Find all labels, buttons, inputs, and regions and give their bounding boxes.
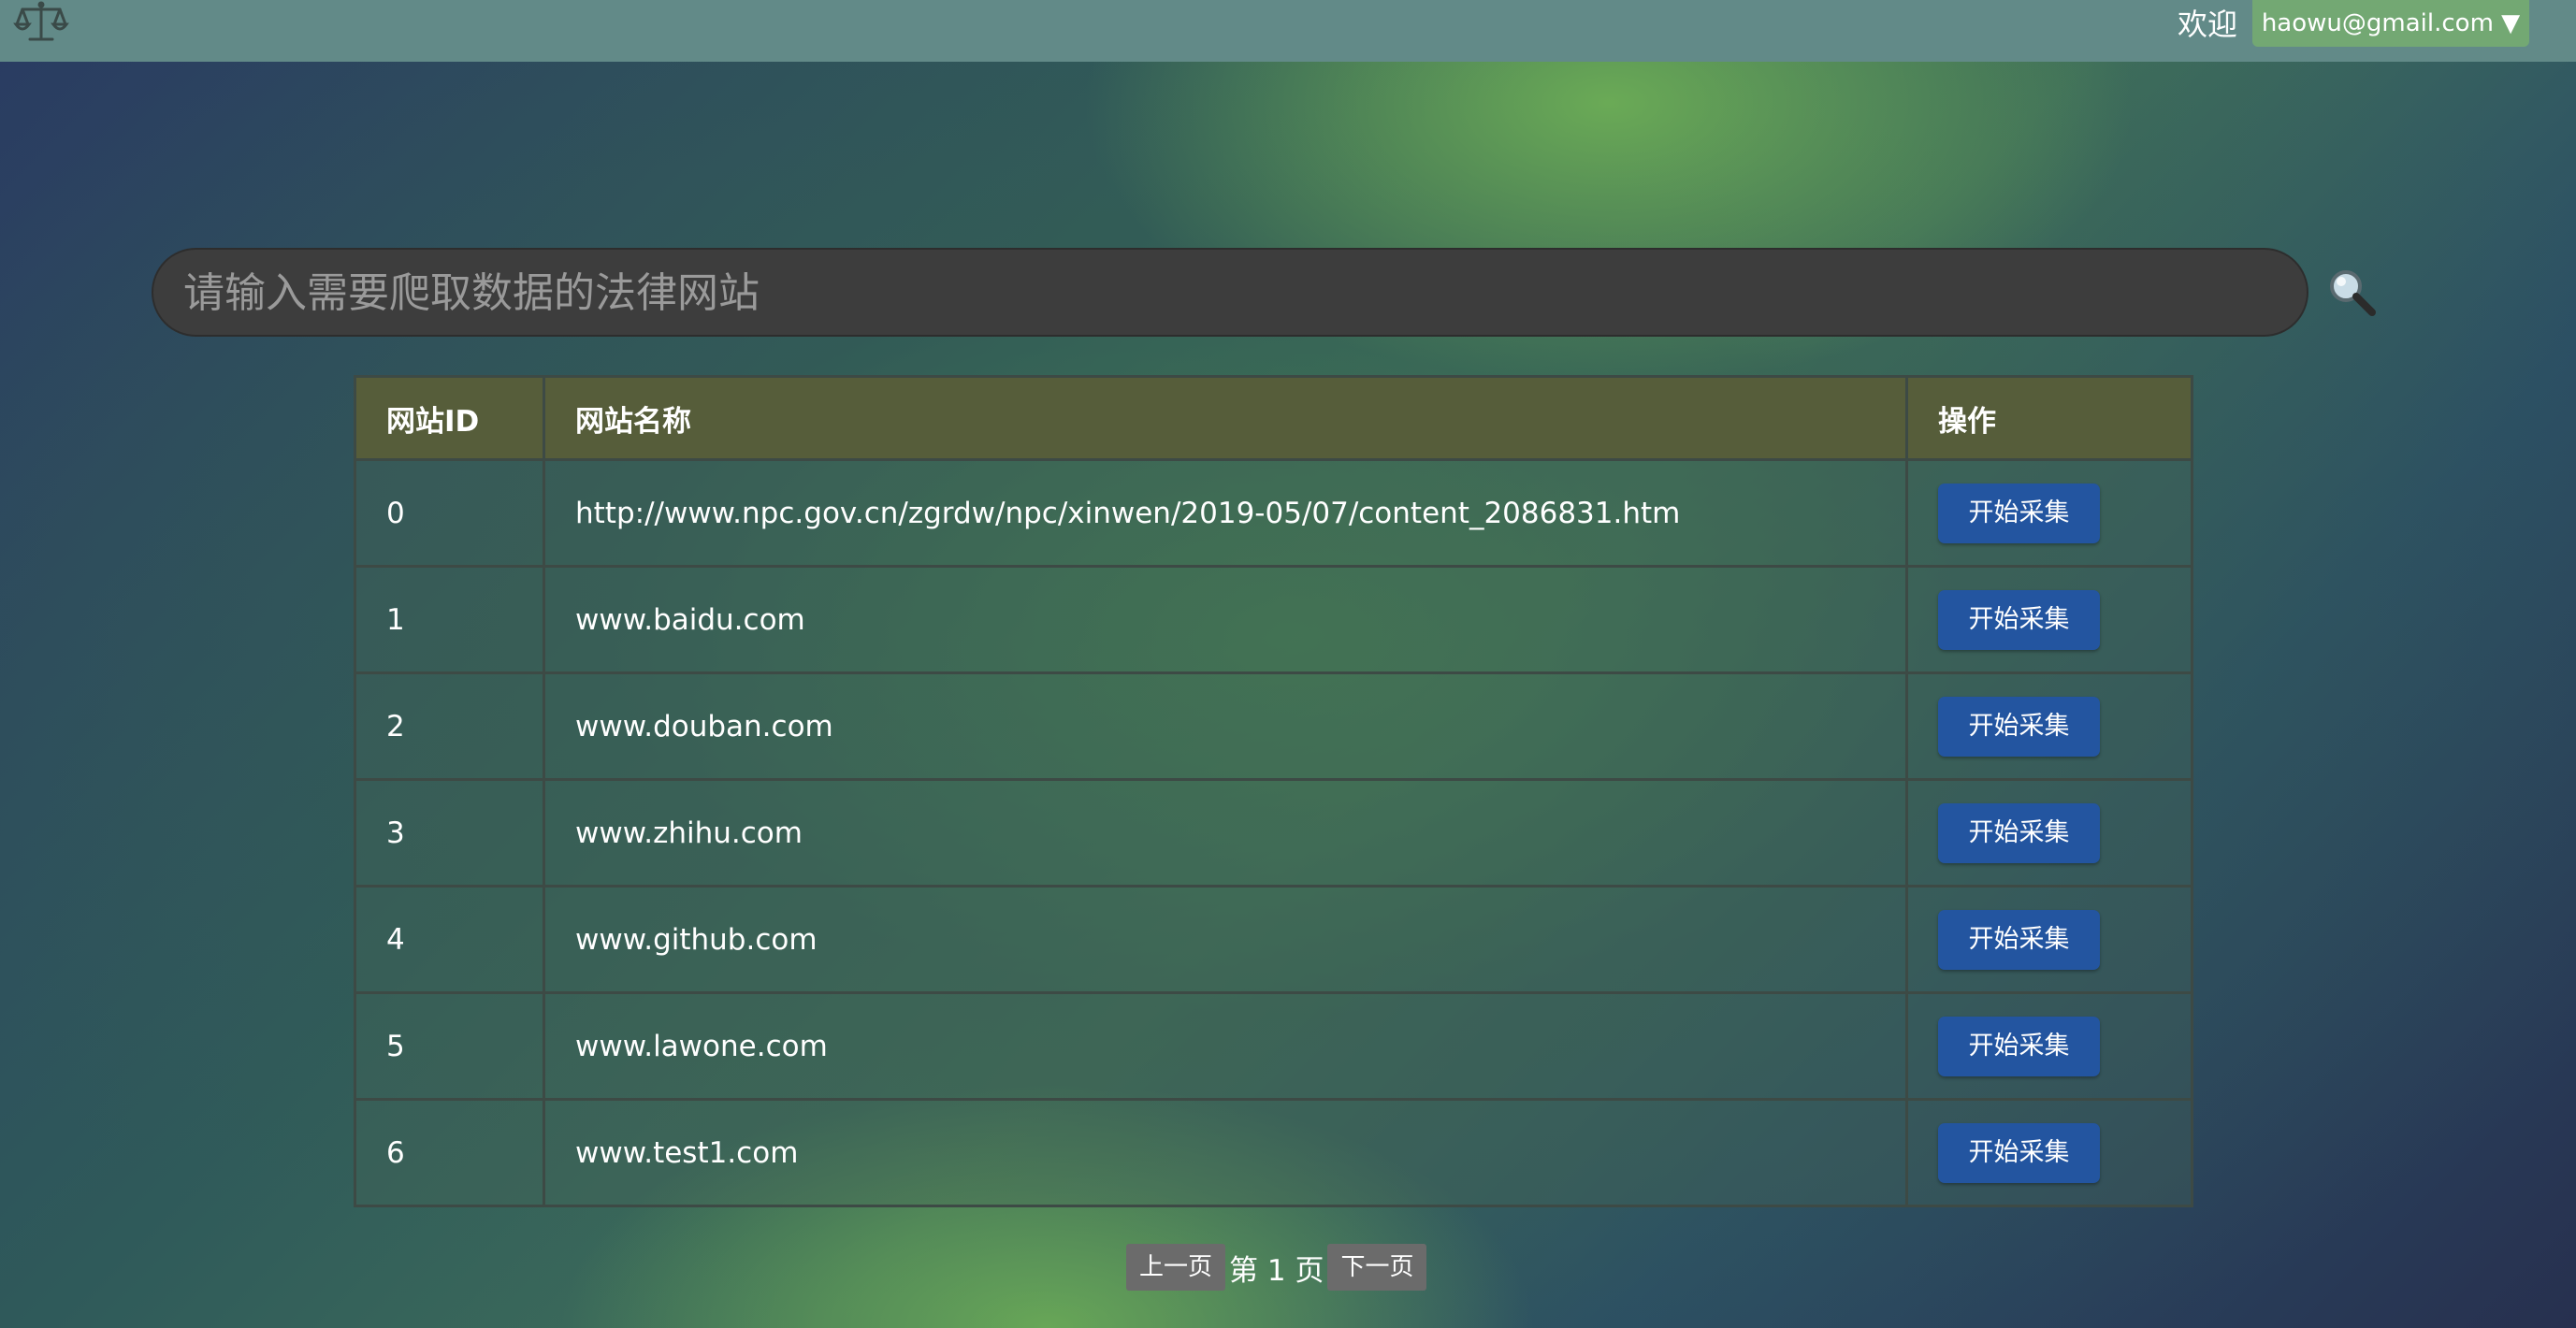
magnifier-icon[interactable]: [2323, 264, 2380, 320]
row-action-cell: 开始采集: [1905, 1098, 2193, 1207]
search-input[interactable]: [181, 250, 2280, 337]
row-id: 2: [354, 671, 545, 781]
pagination: 上一页 第 1 页 下一页: [1126, 1244, 1427, 1291]
welcome-text: 欢迎: [2177, 7, 2237, 42]
start-collect-button[interactable]: 开始采集: [1938, 1016, 2100, 1076]
start-collect-button[interactable]: 开始采集: [1938, 483, 2100, 543]
row-website: www.test1.com: [543, 1098, 1908, 1207]
next-page-button[interactable]: 下一页: [1327, 1244, 1427, 1291]
prev-page-button[interactable]: 上一页: [1126, 1244, 1226, 1291]
start-collect-button[interactable]: 开始采集: [1938, 1122, 2100, 1183]
start-collect-button[interactable]: 开始采集: [1938, 909, 2100, 970]
table-row: 6 www.test1.com 开始采集: [354, 1098, 2193, 1207]
table-row: 3 www.zhihu.com 开始采集: [354, 778, 2193, 888]
column-header-action: 操作: [1905, 375, 2193, 461]
row-website: www.github.com: [543, 885, 1908, 994]
row-website: www.lawone.com: [543, 991, 1908, 1101]
user-account-dropdown[interactable]: haowu@gmail.com ▼: [2252, 0, 2529, 47]
top-bar: 欢迎 haowu@gmail.com ▼: [0, 0, 2576, 62]
row-action-cell: 开始采集: [1905, 885, 2193, 994]
row-action-cell: 开始采集: [1905, 458, 2193, 568]
start-collect-button[interactable]: 开始采集: [1938, 802, 2100, 863]
row-website: www.douban.com: [543, 671, 1908, 781]
column-header-id: 网站ID: [354, 375, 545, 461]
row-id: 3: [354, 778, 545, 888]
row-id: 0: [354, 458, 545, 568]
start-collect-button[interactable]: 开始采集: [1938, 589, 2100, 650]
row-action-cell: 开始采集: [1905, 671, 2193, 781]
table-row: 1 www.baidu.com 开始采集: [354, 565, 2193, 674]
row-id: 1: [354, 565, 545, 674]
row-action-cell: 开始采集: [1905, 565, 2193, 674]
row-website: www.baidu.com: [543, 565, 1908, 674]
row-id: 6: [354, 1098, 545, 1207]
search-bar: [152, 248, 2308, 337]
row-action-cell: 开始采集: [1905, 778, 2193, 888]
table-row: 2 www.douban.com 开始采集: [354, 671, 2193, 781]
row-id: 4: [354, 885, 545, 994]
table-row: 4 www.github.com 开始采集: [354, 885, 2193, 994]
scales-of-justice-icon[interactable]: [13, 0, 69, 45]
table-row: 0 http://www.npc.gov.cn/zgrdw/npc/xinwen…: [354, 458, 2193, 568]
website-table: 网站ID 网站名称 操作 0 http://www.npc.gov.cn/zgr…: [354, 375, 2193, 1207]
row-website: http://www.npc.gov.cn/zgrdw/npc/xinwen/2…: [543, 458, 1908, 568]
table-header-row: 网站ID 网站名称 操作: [354, 375, 2193, 461]
page-indicator: 第 1 页: [1229, 1253, 1324, 1288]
row-action-cell: 开始采集: [1905, 991, 2193, 1101]
column-header-name: 网站名称: [543, 375, 1908, 461]
start-collect-button[interactable]: 开始采集: [1938, 696, 2100, 757]
row-id: 5: [354, 991, 545, 1101]
row-website: www.zhihu.com: [543, 778, 1908, 888]
table-row: 5 www.lawone.com 开始采集: [354, 991, 2193, 1101]
